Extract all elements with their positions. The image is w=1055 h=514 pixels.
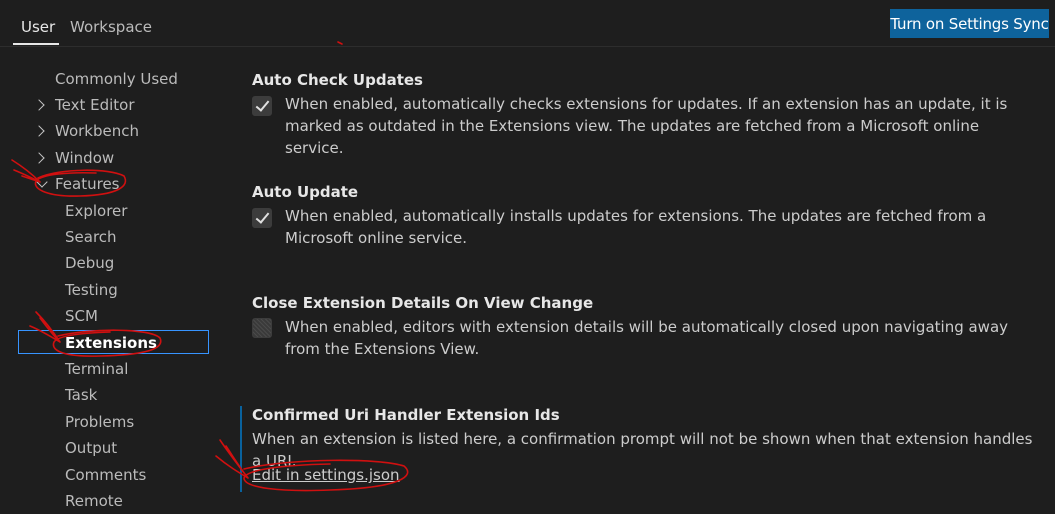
active-tab-indicator [13,43,59,45]
toc-item-label: Task [65,386,98,404]
toc-item-output[interactable]: Output [65,437,117,459]
toc-item-label: Window [55,149,115,167]
toc-item-testing[interactable]: Testing [65,279,118,301]
setting-title-auto-check-updates: Auto Check Updates [252,71,423,89]
toc-item-label: Features [55,175,120,193]
edit-in-settings-json-link[interactable]: Edit in settings.json [252,466,400,484]
chevron-right-icon[interactable] [33,99,45,111]
setting-focus-indicator [240,406,242,492]
toc-item-label: Search [65,228,117,246]
toc-item-search[interactable]: Search [65,226,117,248]
setting-description: When enabled, automatically installs upd… [285,207,987,247]
toc-item-problems[interactable]: Problems [65,411,134,433]
toc-item-label: Testing [65,281,118,299]
toc-item-label: SCM [65,307,98,325]
setting-title-confirmed-uri-handler: Confirmed Uri Handler Extension Ids [252,406,560,424]
tab-workspace[interactable]: Workspace [70,18,152,36]
chevron-right-icon[interactable] [33,125,45,137]
toc-item-label: Comments [65,466,147,484]
toc-item-label: Explorer [65,202,128,220]
chevron-right-icon[interactable] [33,152,45,164]
header-annotation-tick [337,41,343,45]
toc-item-task[interactable]: Task [65,384,97,406]
toc-item-remote[interactable]: Remote [65,490,123,512]
edit-link-annotation-arrow [215,439,249,479]
toc-item-label: Output [65,439,118,457]
toc-item-explorer[interactable]: Explorer [65,200,127,222]
toc-item-label: Extensions [65,334,157,352]
turn-on-settings-sync-button[interactable]: Turn on Settings Sync [890,9,1049,38]
header-divider [0,46,1055,47]
toc-item-label: Problems [65,413,135,431]
toc-item-label: Debug [65,254,115,272]
auto-check-updates-checkbox[interactable] [252,96,272,116]
auto-update-checkbox[interactable] [252,208,272,228]
settings-editor: User Workspace Turn on Settings Sync Com… [0,0,1055,514]
toc-item-workbench[interactable]: Workbench [55,120,139,142]
toc-item-text-editor[interactable]: Text Editor [55,94,135,116]
toc-item-window[interactable]: Window [55,147,114,169]
chevron-down-icon[interactable] [36,176,48,188]
toc-item-label: Text Editor [55,96,135,114]
toc-item-label: Workbench [55,122,139,140]
toc-item-scm[interactable]: SCM [65,305,98,327]
toc-item-comments[interactable]: Comments [65,464,146,486]
toc-item-commonly-used[interactable]: Commonly Used [55,68,178,90]
close-extension-details-checkbox[interactable] [252,318,272,338]
features-annotation-arrow [11,159,41,183]
setting-title-auto-update: Auto Update [252,183,359,201]
setting-description: When enabled, editors with extension det… [285,318,1009,358]
toc-item-features[interactable]: Features [55,173,120,195]
setting-title-close-extension-details: Close Extension Details On View Change [252,294,594,312]
setting-description: When enabled, automatically checks exten… [285,95,1008,157]
tab-user[interactable]: User [21,18,55,36]
toc-item-label: Commonly Used [55,70,178,88]
toc-item-terminal[interactable]: Terminal [65,358,128,380]
toc-item-extensions[interactable]: Extensions [65,332,157,354]
toc-item-debug[interactable]: Debug [65,252,114,274]
toc-item-label: Remote [65,492,123,510]
toc-item-label: Terminal [65,360,129,378]
